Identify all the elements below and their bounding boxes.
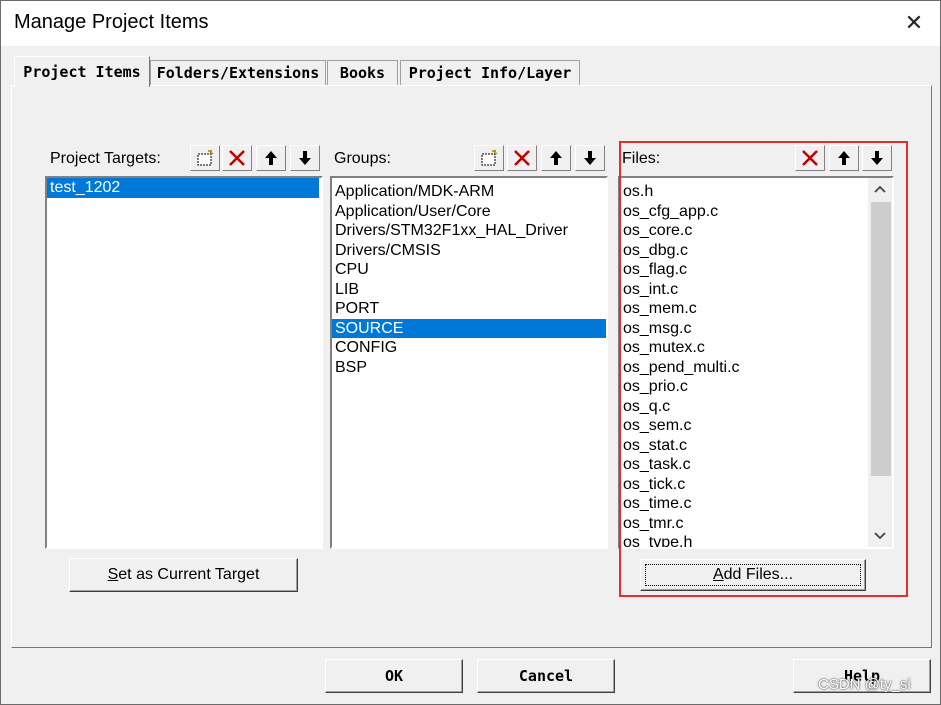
tab-project-info-layer[interactable]: Project Info/Layer	[400, 60, 580, 85]
list-item[interactable]: LIB	[332, 280, 606, 300]
groups-move-down-button[interactable]	[575, 145, 605, 171]
delete-icon	[229, 150, 245, 166]
title-bar: Manage Project Items ✕	[0, 0, 941, 46]
move-up-icon	[265, 151, 277, 165]
targets-delete-button[interactable]	[222, 145, 252, 171]
set-current-mnemonic: S	[107, 566, 119, 583]
list-item[interactable]: Drivers/STM32F1xx_HAL_Driver	[332, 221, 606, 241]
set-current-target-label: Set as Current Target	[108, 566, 260, 584]
targets-new-button[interactable]	[190, 145, 220, 171]
new-item-icon	[197, 149, 214, 166]
list-item[interactable]: Drivers/CMSIS	[332, 241, 606, 261]
groups-label: Groups:	[334, 150, 391, 167]
cancel-button[interactable]: Cancel	[477, 659, 615, 693]
targets-move-up-button[interactable]	[256, 145, 286, 171]
ok-button[interactable]: OK	[325, 659, 463, 693]
list-item[interactable]: SOURCE	[332, 318, 606, 338]
groups-move-up-button[interactable]	[541, 145, 571, 171]
project-targets-list[interactable]: test_1202	[45, 176, 323, 549]
groups-delete-button[interactable]	[507, 145, 537, 171]
highlight-box	[619, 141, 908, 597]
move-down-icon	[584, 151, 596, 165]
move-down-icon	[299, 151, 311, 165]
close-icon[interactable]: ✕	[897, 6, 931, 40]
list-item[interactable]: Application/User/Core	[332, 202, 606, 222]
groups-new-button[interactable]	[474, 145, 504, 171]
list-item[interactable]: BSP	[332, 358, 606, 378]
project-targets-label: Project Targets:	[50, 150, 161, 167]
tab-folders-extensions[interactable]: Folders/Extensions	[150, 60, 326, 85]
list-item[interactable]: CONFIG	[332, 338, 606, 358]
delete-icon	[514, 150, 530, 166]
watermark: CSDN @ty_si	[818, 676, 911, 693]
tab-books[interactable]: Books	[327, 60, 398, 85]
tab-project-items[interactable]: Project Items	[14, 56, 150, 87]
set-current-target-button[interactable]: Set as Current Target	[69, 558, 298, 592]
list-item[interactable]: test_1202	[47, 178, 319, 198]
window-title: Manage Project Items	[14, 11, 209, 33]
groups-list[interactable]: Application/MDK-ARM Application/User/Cor…	[330, 176, 608, 549]
move-up-icon	[550, 151, 562, 165]
set-current-rest: et as Current Target	[118, 566, 260, 583]
list-item[interactable]: Application/MDK-ARM	[332, 182, 606, 202]
list-item[interactable]: PORT	[332, 299, 606, 319]
targets-move-down-button[interactable]	[290, 145, 320, 171]
list-item[interactable]: CPU	[332, 260, 606, 280]
new-item-icon	[481, 149, 498, 166]
